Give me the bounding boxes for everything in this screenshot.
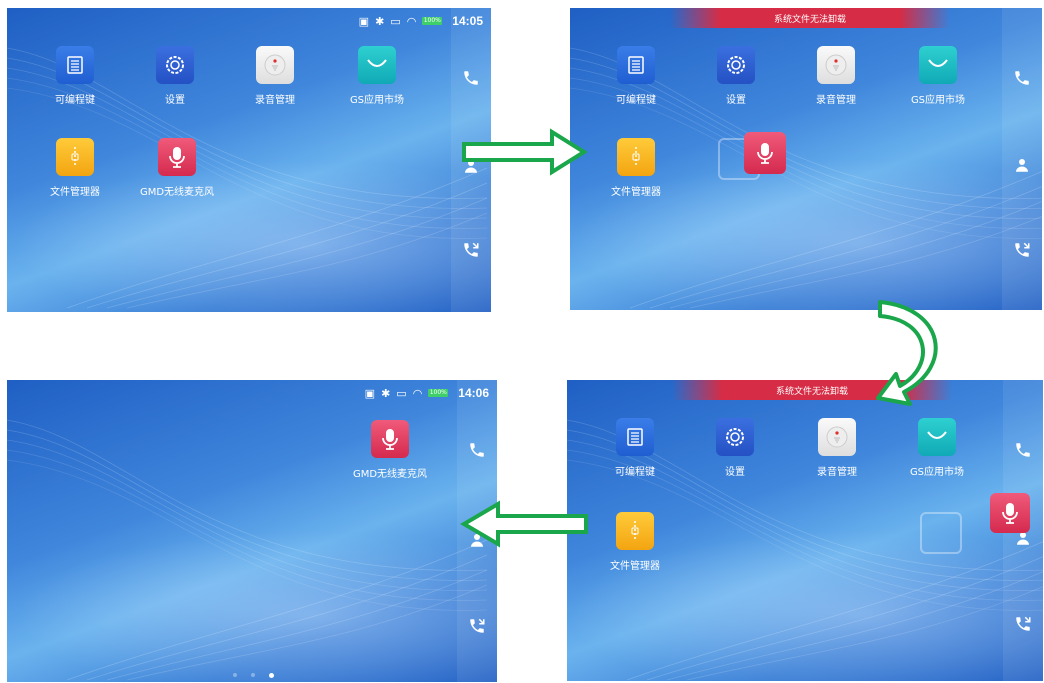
app-settings[interactable]: 设置 (687, 418, 783, 478)
wifi-icon: ◠ (412, 386, 423, 400)
contacts-button[interactable] (1002, 145, 1042, 185)
status-bar: ▣ ✱ ▭ ◠ 100% 14:05 (7, 8, 491, 34)
app-settings[interactable]: 设置 (127, 46, 223, 106)
app-label: 设置 (725, 467, 745, 478)
phone-button[interactable] (1002, 58, 1042, 98)
app-label: GS应用市场 (349, 95, 405, 106)
shopping-bag-icon (919, 46, 957, 84)
left-arrow-icon (460, 500, 588, 548)
app-label: 文件管理器 (50, 187, 100, 198)
app-label: 可编程键 (615, 467, 655, 478)
folder-icon (617, 138, 655, 176)
phone-icon (464, 71, 478, 85)
call-log-icon (1015, 242, 1030, 257)
app-label: 录音管理 (255, 95, 295, 106)
phone-button[interactable] (457, 430, 497, 470)
call-log-icon (470, 618, 485, 633)
call-log-button[interactable] (1003, 604, 1043, 644)
app-file-manager[interactable]: 文件管理器 (588, 138, 684, 198)
app-label: 录音管理 (817, 467, 857, 478)
app-label: 设置 (165, 95, 185, 106)
phone-button[interactable] (1003, 430, 1043, 470)
app-recording-manager[interactable]: 录音管理 (788, 46, 884, 106)
keypad-icon (56, 46, 94, 84)
image-icon: ▣ (358, 14, 370, 28)
microphone-icon (371, 420, 409, 458)
app-label: GMD无线麦克风 (352, 469, 428, 480)
keypad-icon (616, 418, 654, 456)
bluetooth-icon: ✱ (381, 386, 391, 400)
page-dot[interactable] (251, 673, 255, 677)
app-programmable-keys[interactable]: 可编程键 (588, 46, 684, 106)
side-panel (1002, 8, 1042, 310)
dragging-app-gmd-microphone[interactable] (977, 493, 1043, 533)
phone-icon (1015, 71, 1029, 85)
screen-icon: ▭ (390, 14, 401, 28)
microphone-icon (158, 138, 196, 176)
bluetooth-icon: ✱ (375, 14, 385, 28)
app-gs-market[interactable]: GS应用市场 (889, 418, 985, 478)
phone-icon (1016, 443, 1030, 457)
app-programmable-keys[interactable]: 可编程键 (27, 46, 123, 106)
app-label: 文件管理器 (610, 561, 660, 572)
call-log-button[interactable] (451, 230, 491, 270)
battery-icon: 100% (422, 17, 443, 25)
status-bar: ▣ ✱ ▭ ◠ 100% 14:06 (7, 380, 497, 406)
app-programmable-keys[interactable]: 可编程键 (587, 418, 683, 478)
app-recording-manager[interactable]: 录音管理 (227, 46, 323, 106)
gear-icon (717, 46, 755, 84)
screen-before: ▣ ✱ ▭ ◠ 100% 14:05 可编程键 设置 录音管理 GS应用市场 文… (7, 8, 491, 312)
image-icon: ▣ (364, 386, 376, 400)
page-indicator (233, 673, 274, 678)
right-arrow-icon (462, 128, 588, 176)
app-label: 文件管理器 (611, 187, 661, 198)
app-gmd-microphone[interactable]: GMD无线麦克风 (342, 420, 438, 480)
screen-drag-to-edge: 系统文件无法卸载 可编程键 设置 录音管理 GS应用市场 文件管理器 (567, 380, 1043, 681)
app-settings[interactable]: 设置 (688, 46, 784, 106)
call-log-button[interactable] (457, 606, 497, 646)
screen-dragging: 系统文件无法卸载 可编程键 设置 录音管理 GS应用市场 文件管理器 (570, 8, 1042, 310)
phone-button[interactable] (451, 58, 491, 98)
shopping-bag-icon (358, 46, 396, 84)
app-file-manager[interactable]: 文件管理器 (27, 138, 123, 198)
app-recording-manager[interactable]: 录音管理 (789, 418, 885, 478)
app-label: GS应用市场 (910, 95, 966, 106)
app-label: 录音管理 (816, 95, 856, 106)
microphone-icon (990, 493, 1030, 533)
call-log-icon (464, 242, 479, 257)
microphone-icon (744, 132, 786, 174)
curved-arrow-icon (876, 300, 938, 406)
screen-icon: ▭ (396, 386, 407, 400)
keypad-icon (617, 46, 655, 84)
battery-icon: 100% (428, 389, 449, 397)
call-log-icon (1016, 616, 1031, 631)
contact-icon (1016, 159, 1028, 172)
warning-banner: 系统文件无法卸载 (670, 8, 950, 28)
app-label: GS应用市场 (909, 467, 965, 478)
folder-icon (616, 512, 654, 550)
gear-icon (716, 418, 754, 456)
drop-placeholder (920, 512, 962, 554)
wifi-icon: ◠ (406, 14, 417, 28)
dragging-app-gmd-microphone[interactable] (717, 132, 813, 174)
app-gs-market[interactable]: GS应用市场 (329, 46, 425, 106)
record-icon (818, 418, 856, 456)
gear-icon (156, 46, 194, 84)
screen-after: ▣ ✱ ▭ ◠ 100% 14:06 GMD无线麦克风 (7, 380, 497, 682)
record-icon (256, 46, 294, 84)
call-log-button[interactable] (1002, 230, 1042, 270)
page-dot-active[interactable] (269, 673, 274, 678)
app-gmd-microphone[interactable]: GMD无线麦克风 (129, 138, 225, 198)
page-dot[interactable] (233, 673, 237, 677)
app-gs-market[interactable]: GS应用市场 (890, 46, 986, 106)
app-label: 设置 (726, 95, 746, 106)
app-label: 可编程键 (55, 95, 95, 106)
folder-icon (56, 138, 94, 176)
phone-icon (470, 443, 484, 457)
app-label: GMD无线麦克风 (139, 187, 215, 198)
record-icon (817, 46, 855, 84)
app-file-manager[interactable]: 文件管理器 (587, 512, 683, 572)
app-label: 可编程键 (616, 95, 656, 106)
shopping-bag-icon (918, 418, 956, 456)
